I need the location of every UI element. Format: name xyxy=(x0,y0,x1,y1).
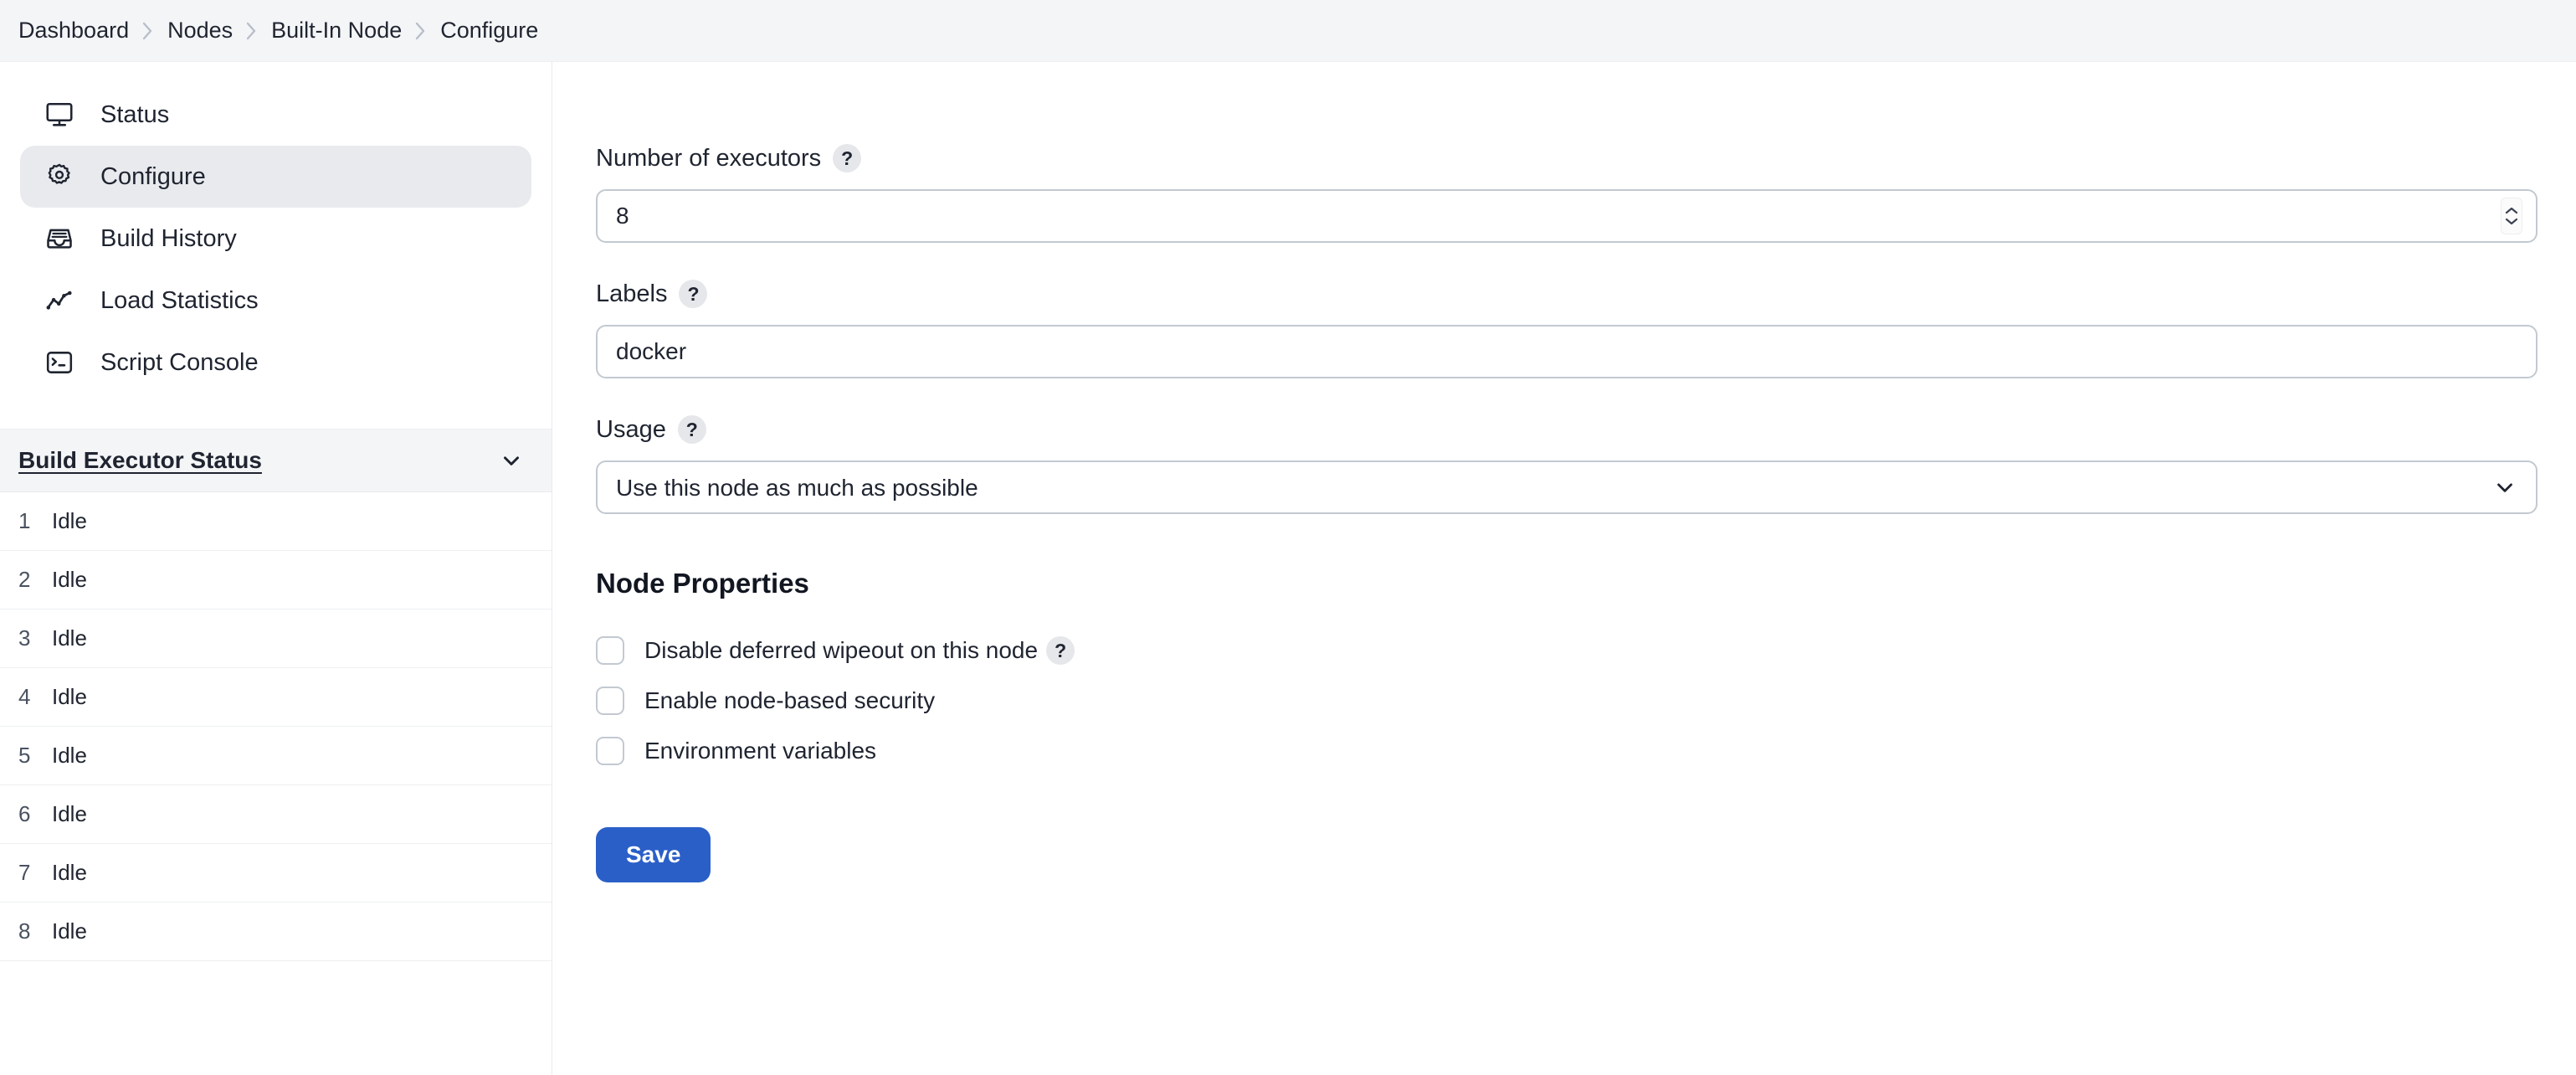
executor-status: Idle xyxy=(52,918,87,944)
executor-number: 3 xyxy=(18,625,33,651)
help-icon[interactable]: ? xyxy=(679,280,707,308)
executor-status: Idle xyxy=(52,508,87,534)
sidebar-item-load-statistics[interactable]: Load Statistics xyxy=(20,270,531,332)
field-labels: Labels ? xyxy=(596,280,2538,378)
executor-number: 4 xyxy=(18,684,33,710)
sidebar-item-label: Configure xyxy=(100,163,206,191)
checkbox-row-node-based-security[interactable]: Enable node-based security xyxy=(596,687,2538,715)
save-button[interactable]: Save xyxy=(596,827,711,882)
checkbox-environment-variables[interactable] xyxy=(596,737,624,765)
checkbox-label-text: Enable node-based security xyxy=(644,687,935,714)
executor-number: 5 xyxy=(18,743,33,769)
sidebar-item-status[interactable]: Status xyxy=(20,84,531,146)
field-label: Number of executors xyxy=(596,145,821,172)
breadcrumb-item-dashboard[interactable]: Dashboard xyxy=(7,18,141,44)
checkbox-label-text: Disable deferred wipeout on this node xyxy=(644,637,1038,664)
help-icon[interactable]: ? xyxy=(678,415,706,444)
field-label-row: Usage ? xyxy=(596,415,2538,444)
breadcrumb-item-configure[interactable]: Configure xyxy=(428,18,550,44)
node-properties-title: Node Properties xyxy=(596,568,2538,599)
checkbox-disable-deferred-wipeout[interactable] xyxy=(596,636,624,665)
executor-list: 1 Idle 2 Idle 3 Idle 4 Idle 5 Idle 6 Idl… xyxy=(0,492,552,961)
sidebar-item-label: Load Statistics xyxy=(100,287,259,315)
labels-input[interactable] xyxy=(596,325,2538,378)
executor-row[interactable]: 2 Idle xyxy=(0,551,552,610)
executor-status: Idle xyxy=(52,567,87,593)
executor-number: 7 xyxy=(18,860,33,886)
executor-number: 1 xyxy=(18,508,33,534)
executor-status: Idle xyxy=(52,684,87,710)
executor-row[interactable]: 5 Idle xyxy=(0,727,552,785)
checkbox-node-based-security[interactable] xyxy=(596,687,624,715)
executor-status: Idle xyxy=(52,801,87,827)
usage-select-wrapper: Use this node as much as possible Only b… xyxy=(596,460,2538,514)
executor-row[interactable]: 7 Idle xyxy=(0,844,552,903)
help-icon[interactable]: ? xyxy=(1046,636,1075,665)
checkbox-label-text: Environment variables xyxy=(644,738,876,764)
chevron-right-icon xyxy=(244,19,259,43)
terminal-icon xyxy=(42,345,77,380)
sidebar-item-build-history[interactable]: Build History xyxy=(20,208,531,270)
sidebar-item-label: Build History xyxy=(100,225,237,253)
breadcrumb-item-built-in-node[interactable]: Built-In Node xyxy=(259,18,413,44)
chevron-right-icon xyxy=(413,19,428,43)
gear-icon xyxy=(42,159,77,194)
executor-number: 2 xyxy=(18,567,33,593)
node-properties-list: Disable deferred wipeout on this node ? … xyxy=(596,636,2538,765)
executor-row[interactable]: 4 Idle xyxy=(0,668,552,727)
line-chart-icon xyxy=(42,283,77,318)
number-input-wrapper xyxy=(596,189,2538,243)
build-executor-status-header[interactable]: Build Executor Status xyxy=(0,429,552,492)
checkbox-label[interactable]: Disable deferred wipeout on this node ? xyxy=(644,636,1075,665)
field-label: Labels xyxy=(596,280,667,308)
sidebar: Status Configure xyxy=(0,62,552,1075)
executor-number: 6 xyxy=(18,801,33,827)
field-label-row: Labels ? xyxy=(596,280,2538,308)
breadcrumb-item-nodes[interactable]: Nodes xyxy=(156,18,244,44)
executor-status: Idle xyxy=(52,743,87,769)
executor-status: Idle xyxy=(52,625,87,651)
checkbox-label[interactable]: Environment variables xyxy=(644,738,876,764)
executor-row[interactable]: 6 Idle xyxy=(0,785,552,844)
inbox-tray-icon xyxy=(42,221,77,256)
field-usage: Usage ? Use this node as much as possibl… xyxy=(596,415,2538,514)
monitor-icon xyxy=(42,97,77,132)
executors-input[interactable] xyxy=(596,189,2538,243)
executor-status: Idle xyxy=(52,860,87,886)
executor-row[interactable]: 8 Idle xyxy=(0,903,552,961)
build-executor-status-title: Build Executor Status xyxy=(18,447,495,474)
spinner-updown-icon[interactable] xyxy=(2501,198,2522,234)
checkbox-label[interactable]: Enable node-based security xyxy=(644,687,935,714)
help-icon[interactable]: ? xyxy=(833,144,861,172)
sidebar-item-script-console[interactable]: Script Console xyxy=(20,332,531,393)
field-number-of-executors: Number of executors ? xyxy=(596,144,2538,243)
field-label-row: Number of executors ? xyxy=(596,144,2538,172)
executor-number: 8 xyxy=(18,918,33,944)
breadcrumb: Dashboard Nodes Built-In Node Configure xyxy=(0,0,2576,62)
page-body: Status Configure xyxy=(0,62,2576,1075)
executor-row[interactable]: 1 Idle xyxy=(0,492,552,551)
usage-select[interactable]: Use this node as much as possible Only b… xyxy=(596,460,2538,514)
configure-form: Number of executors ? Labels ? Usage xyxy=(552,62,2576,1075)
chevron-right-icon xyxy=(141,19,156,43)
executor-row[interactable]: 3 Idle xyxy=(0,610,552,668)
sidebar-item-label: Script Console xyxy=(100,349,259,377)
chevron-down-icon[interactable] xyxy=(495,444,528,477)
sidebar-item-configure[interactable]: Configure xyxy=(20,146,531,208)
sidebar-item-label: Status xyxy=(100,101,169,129)
sidebar-nav: Status Configure xyxy=(0,84,552,393)
checkbox-row-disable-deferred-wipeout[interactable]: Disable deferred wipeout on this node ? xyxy=(596,636,2538,665)
checkbox-row-environment-variables[interactable]: Environment variables xyxy=(596,737,2538,765)
field-label: Usage xyxy=(596,416,666,444)
